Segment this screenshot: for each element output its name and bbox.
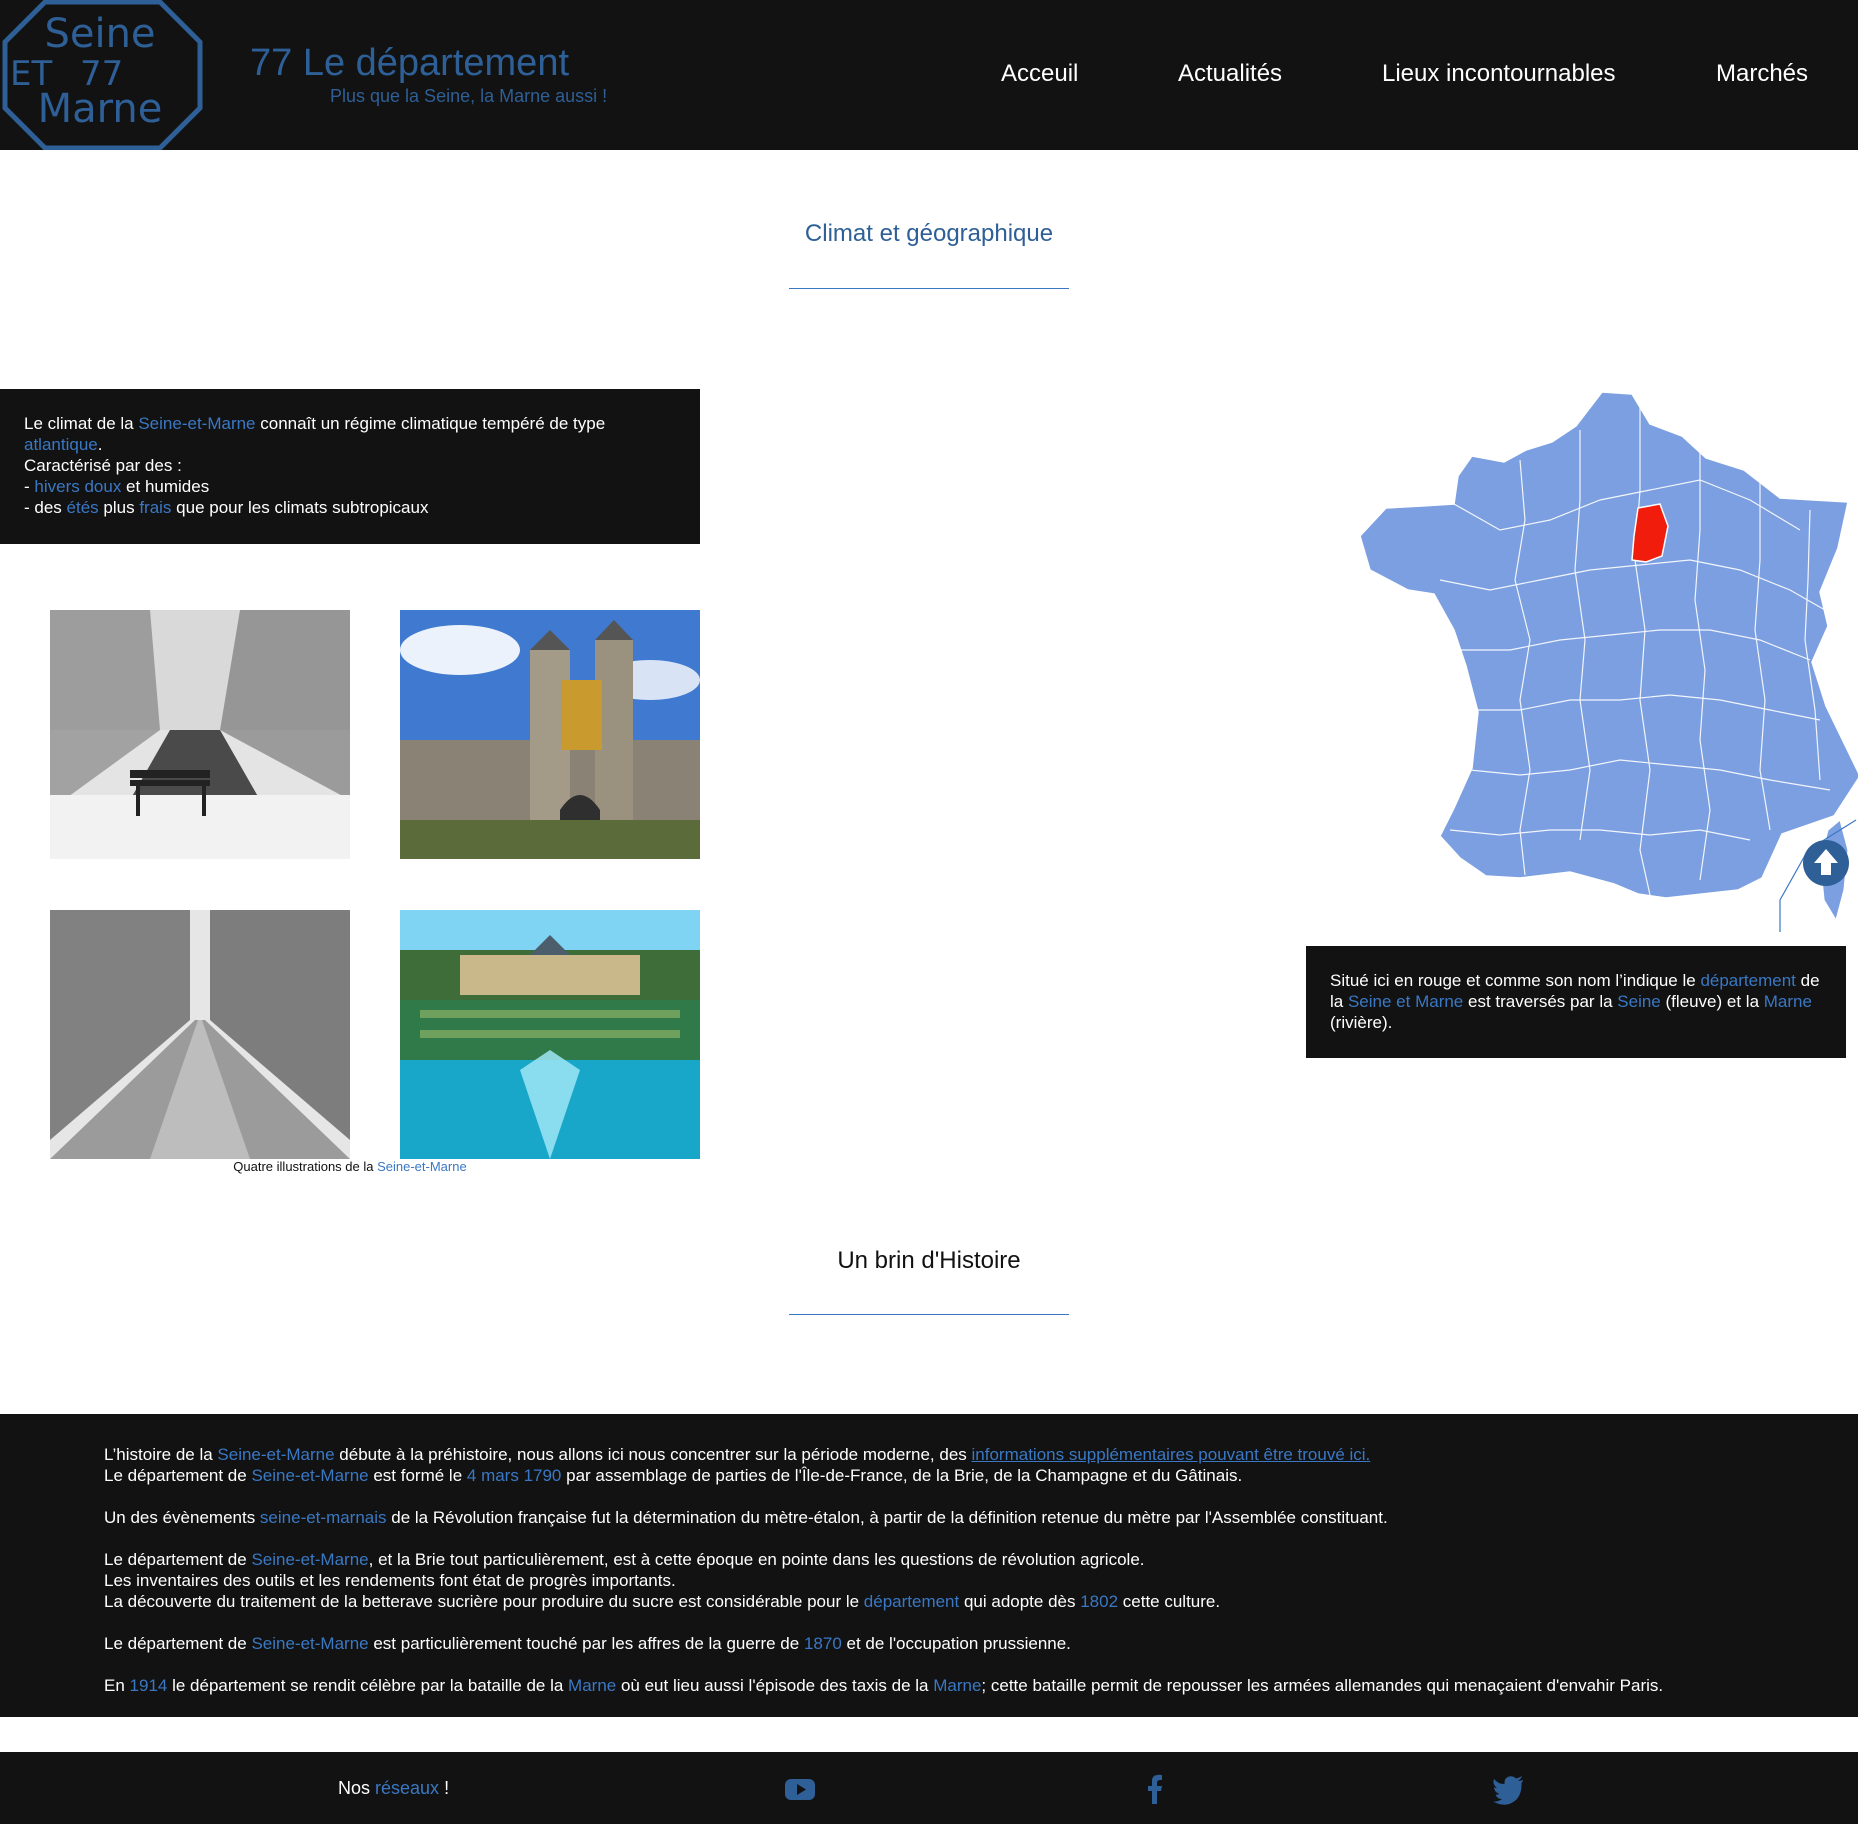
history-text: et de l'occupation prussienne. xyxy=(841,1634,1071,1653)
history-text-box: L’histoire de la Seine-et-Marne débute à… xyxy=(0,1414,1858,1717)
gallery-caption: Quatre illustrations de la Seine-et-Marn… xyxy=(0,1159,700,1174)
link-departement[interactable]: département xyxy=(1700,971,1795,990)
site-footer: Nos réseaux ! xyxy=(0,1752,1858,1824)
history-text: où eut lieu aussi l'épisode des taxis de… xyxy=(616,1676,934,1695)
link-seine-et-marne[interactable]: Seine-et-Marne xyxy=(377,1159,467,1174)
twitter-icon[interactable] xyxy=(1492,1772,1526,1806)
france-departments-map xyxy=(1359,391,1858,932)
link-1802[interactable]: 1802 xyxy=(1080,1592,1118,1611)
link-seine-et-marne[interactable]: Seine-et-Marne xyxy=(251,1550,368,1569)
map-box-text: Situé ici en rouge et comme son nom l’in… xyxy=(1330,971,1701,990)
map-description-box: Situé ici en rouge et comme son nom l’in… xyxy=(1306,946,1846,1058)
climate-text: Le climat de la xyxy=(24,414,139,433)
history-paragraph-5: En 1914 le département se rendit célèbre… xyxy=(104,1675,1754,1696)
footer-networks-label: Nos réseaux ! xyxy=(338,1778,449,1799)
history-text: La découverte du traitement de la better… xyxy=(104,1592,864,1611)
history-text: qui adopte dès xyxy=(959,1592,1081,1611)
link-etes[interactable]: étés xyxy=(67,498,99,517)
history-text: de la Révolution française fut la déterm… xyxy=(386,1508,1388,1527)
climate-section-title: Climat et géographique xyxy=(804,220,1054,247)
climate-text: plus xyxy=(98,498,140,517)
map-box-text: (rivière). xyxy=(1330,1013,1393,1032)
history-text: est particulièrement touché par les affr… xyxy=(368,1634,804,1653)
photo-snowy-road xyxy=(50,910,350,1159)
history-paragraph-3: Le département de Seine-et-Marne, et la … xyxy=(104,1549,1754,1612)
map-box-text: est traversés par la xyxy=(1463,992,1618,1011)
link-1870[interactable]: 1870 xyxy=(804,1634,842,1653)
link-4-mars-1790[interactable]: 4 mars 1790 xyxy=(467,1466,562,1485)
link-seine-et-marnais[interactable]: seine-et-marnais xyxy=(260,1508,387,1527)
link-seine-et-marne[interactable]: Seine-et-Marne xyxy=(217,1445,334,1464)
climate-text: - xyxy=(24,477,35,496)
history-text: En xyxy=(104,1676,130,1695)
seine-et-marne-highlight xyxy=(1631,503,1669,563)
history-text: , et la Brie tout particulièrement, est … xyxy=(368,1550,1145,1569)
facebook-icon[interactable] xyxy=(1138,1772,1172,1806)
arrow-up-icon xyxy=(1814,849,1838,875)
history-text: par assemblage de parties de l'Île-de-Fr… xyxy=(561,1466,1243,1485)
history-text: ; cette bataille permit de repousser les… xyxy=(981,1676,1664,1695)
main-nav: Acceuil Actualités Lieux incontournables… xyxy=(0,60,1858,90)
nav-item-lieux-incontournables[interactable]: Lieux incontournables xyxy=(1382,60,1616,88)
footer-text: Nos xyxy=(338,1778,376,1798)
link-1914[interactable]: 1914 xyxy=(130,1676,168,1695)
climate-text: que pour les climats subtropicaux xyxy=(171,498,429,517)
history-text: le département se rendit célèbre par la … xyxy=(167,1676,569,1695)
link-marne[interactable]: Marne xyxy=(933,1676,981,1695)
history-paragraph-1: L’histoire de la Seine-et-Marne débute à… xyxy=(104,1444,1754,1486)
youtube-icon[interactable] xyxy=(783,1772,817,1806)
scroll-to-top-button[interactable] xyxy=(1803,840,1849,886)
link-seine-et-marne[interactable]: Seine et Marne xyxy=(1348,992,1463,1011)
link-atlantique[interactable]: atlantique xyxy=(24,435,98,454)
photo-castle-gate xyxy=(400,610,700,859)
link-seine-et-marne[interactable]: Seine-et-Marne xyxy=(138,414,255,433)
logo-text-seine: Seine xyxy=(44,11,155,57)
history-text: Le département de xyxy=(104,1466,252,1485)
link-frais[interactable]: frais xyxy=(139,498,171,517)
link-reseaux[interactable]: réseaux xyxy=(375,1778,439,1798)
history-text: Le département de xyxy=(104,1550,252,1569)
link-seine-et-marne[interactable]: Seine-et-Marne xyxy=(251,1466,368,1485)
nav-item-marches[interactable]: Marchés xyxy=(1716,60,1808,88)
link-marne[interactable]: Marne xyxy=(568,1676,616,1695)
climate-description-box: Le climat de la Seine-et-Marne connaît u… xyxy=(0,389,700,544)
history-paragraph-2: Un des évènements seine-et-marnais de la… xyxy=(104,1507,1754,1528)
link-departement[interactable]: département xyxy=(864,1592,959,1611)
site-header: Seine ET 77 Marne 77 Le département Plus… xyxy=(0,0,1858,150)
climate-text: . xyxy=(97,435,103,454)
climate-text: - des xyxy=(24,498,67,517)
map-box-text: (fleuve) et la xyxy=(1660,992,1764,1011)
nav-item-acceuil[interactable]: Acceuil xyxy=(1001,60,1078,88)
link-seine[interactable]: Seine xyxy=(1617,992,1660,1011)
footer-text: ! xyxy=(439,1778,450,1798)
history-text: débute à la préhistoire, nous allons ici… xyxy=(334,1445,972,1464)
caption-text: Quatre illustrations de la xyxy=(233,1159,378,1174)
history-text: cette culture. xyxy=(1118,1592,1221,1611)
logo-text-marne: Marne xyxy=(38,86,163,132)
climate-text: connaît un régime climatique tempéré de … xyxy=(255,414,606,433)
history-text: est formé le xyxy=(368,1466,467,1485)
photo-snowy-canal-bench xyxy=(50,610,350,859)
history-section-divider xyxy=(789,1314,1069,1315)
history-paragraph-4: Le département de Seine-et-Marne est par… xyxy=(104,1633,1754,1654)
climate-text: Caractérisé par des : xyxy=(24,456,182,475)
climate-text: et humides xyxy=(121,477,210,496)
climate-section-divider xyxy=(789,288,1069,289)
link-marne[interactable]: Marne xyxy=(1764,992,1812,1011)
history-text: Le département de xyxy=(104,1634,252,1653)
history-text: Un des évènements xyxy=(104,1508,260,1527)
history-text: Les inventaires des outils et les rendem… xyxy=(104,1571,676,1590)
link-hivers-doux[interactable]: hivers doux xyxy=(34,477,121,496)
history-section-title: Un brin d'Histoire xyxy=(837,1247,1021,1274)
link-more-info[interactable]: informations supplémentaires pouvant êtr… xyxy=(972,1445,1371,1464)
photo-chateau-fountain xyxy=(400,910,700,1159)
nav-item-actualites[interactable]: Actualités xyxy=(1178,60,1282,88)
link-seine-et-marne[interactable]: Seine-et-Marne xyxy=(251,1634,368,1653)
history-text: L’histoire de la xyxy=(104,1445,218,1464)
